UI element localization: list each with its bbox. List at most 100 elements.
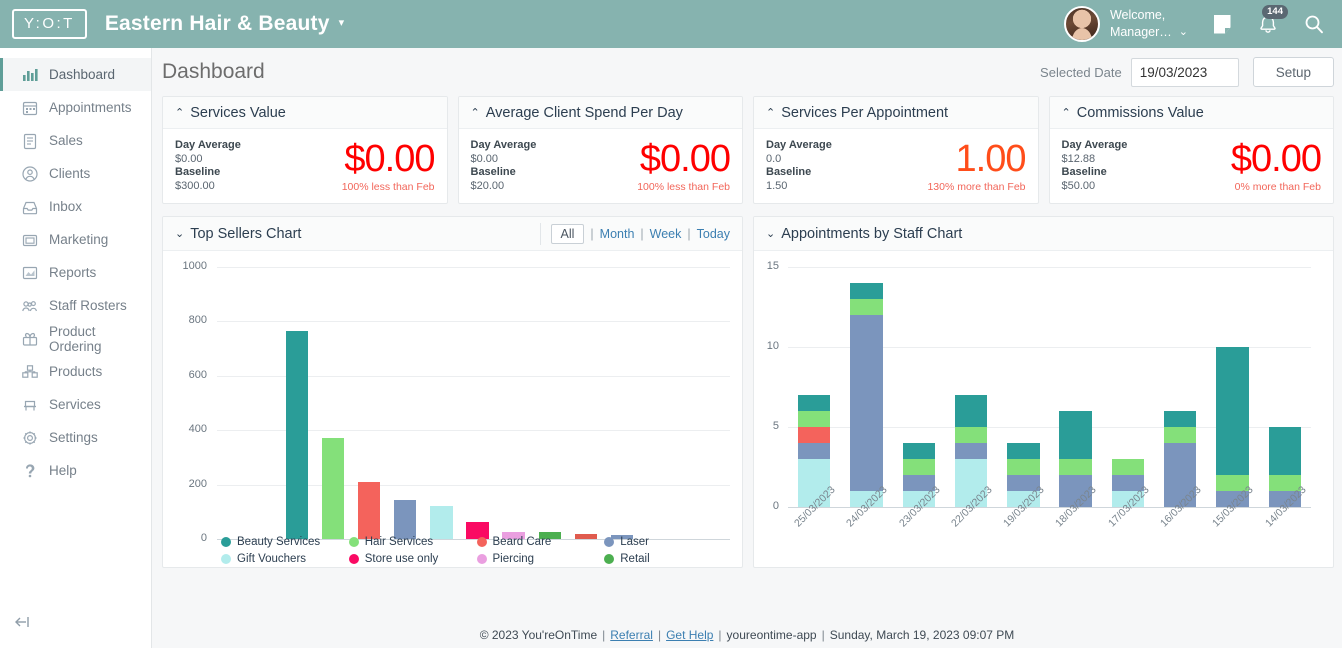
sidebar-item-staff-rosters[interactable]: Staff Rosters <box>0 289 151 322</box>
legend-item[interactable]: Gift Vouchers <box>221 550 349 567</box>
chart-bar-segment[interactable] <box>954 395 988 427</box>
sidebar-item-products[interactable]: Products <box>0 355 151 388</box>
legend-label: Beauty Services <box>237 535 321 548</box>
sidebar-item-services[interactable]: Services <box>0 388 151 421</box>
legend-item[interactable]: Beard Care <box>476 533 605 550</box>
chart-bar-segment[interactable] <box>850 299 883 315</box>
sidebar-item-appointments[interactable]: Appointments <box>0 91 151 124</box>
sidebar-item-marketing[interactable]: Marketing <box>0 223 151 256</box>
get-help-link[interactable]: Get Help <box>666 628 713 642</box>
chart-bar-segment[interactable] <box>954 427 988 443</box>
chevron-up-icon[interactable]: ⌃ <box>1062 106 1071 119</box>
sidebar-item-label: Staff Rosters <box>49 298 127 313</box>
chart-bar[interactable] <box>357 481 381 539</box>
notifications-button[interactable]: 144 <box>1256 5 1288 36</box>
sidebar-item-settings[interactable]: Settings <box>0 421 151 454</box>
chart-bar[interactable] <box>321 437 345 539</box>
chevron-up-icon[interactable]: ⌃ <box>766 106 775 119</box>
kpi-title: Average Client Spend Per Day <box>485 104 683 121</box>
referral-link[interactable]: Referral <box>610 628 653 642</box>
chart-bar[interactable] <box>285 330 309 539</box>
chart-bar-segment[interactable] <box>1111 459 1145 475</box>
chart-bar-segment[interactable] <box>1059 411 1092 459</box>
chart-bar-segment[interactable] <box>797 443 831 459</box>
chart-bar-segment[interactable] <box>954 443 988 459</box>
sidebar-item-label: Settings <box>49 430 98 445</box>
user-circle-icon <box>21 165 41 183</box>
top-bar-actions: Welcome, Manager… ⌄ 144 <box>1063 0 1342 48</box>
legend-item[interactable]: Beauty Services <box>221 533 349 550</box>
chart-bar-segment[interactable] <box>1007 443 1040 459</box>
range-month-link[interactable]: Month <box>600 227 635 241</box>
chevron-up-icon[interactable]: ⌃ <box>175 106 184 119</box>
kpi-delta: 130% more than Feb <box>927 181 1026 193</box>
setup-button[interactable]: Setup <box>1252 57 1334 87</box>
chart-bar-segment[interactable] <box>1164 411 1197 427</box>
chart-bar-segment[interactable] <box>850 283 883 299</box>
legend-item[interactable]: Piercing <box>476 550 605 567</box>
chart-bar-segment[interactable] <box>1164 427 1197 443</box>
chevron-down-icon[interactable]: ⌄ <box>175 227 184 240</box>
business-chevron-down-icon[interactable]: ▾ <box>339 16 345 29</box>
chart-bar-segment[interactable] <box>797 427 831 443</box>
kpi-day-average-value: 0.0 <box>766 152 782 165</box>
chart-bar-segment[interactable] <box>850 315 883 491</box>
chart-bar-segment[interactable] <box>797 411 831 427</box>
kpi-card-body: Day Average $0.00 Baseline $300.00 $0.00 100%… <box>163 129 447 203</box>
chevron-up-icon[interactable]: ⌃ <box>471 106 480 119</box>
notes-button[interactable] <box>1210 12 1234 36</box>
sidebar-item-clients[interactable]: Clients <box>0 157 151 190</box>
kpi-card-header[interactable]: ⌃ Services Per Appointment <box>754 97 1038 129</box>
range-today-link[interactable]: Today <box>697 227 730 241</box>
sidebar-item-inbox[interactable]: Inbox <box>0 190 151 223</box>
kpi-value: $0.00 <box>1230 138 1322 180</box>
divider <box>539 222 541 245</box>
kpi-card-header[interactable]: ⌃ Average Client Spend Per Day <box>458 97 742 129</box>
kpi-day-average-label: Day Average <box>766 139 832 151</box>
search-button[interactable] <box>1302 12 1326 36</box>
selected-date-label: Selected Date <box>1040 64 1122 80</box>
kpi-baseline-label: Baseline <box>470 166 516 178</box>
selected-date-input[interactable] <box>1130 57 1239 87</box>
legend-item[interactable]: Hair Services <box>348 533 477 550</box>
sidebar-item-product-ordering[interactable]: Product Ordering <box>0 322 151 355</box>
chart-bar-segment[interactable] <box>797 395 831 411</box>
legend-item[interactable]: Retail <box>604 550 732 567</box>
business-name[interactable]: Eastern Hair & Beauty <box>105 12 330 36</box>
legend-label: Gift Vouchers <box>237 552 307 565</box>
legend-item[interactable]: Store use only <box>348 550 477 567</box>
chevron-down-icon[interactable]: ⌄ <box>766 227 775 240</box>
welcome-menu[interactable]: Welcome, Manager… ⌄ <box>1110 7 1188 41</box>
y-axis-tick: 0 <box>772 500 779 512</box>
sidebar-item-sales[interactable]: Sales <box>0 124 151 157</box>
sidebar-item-label: Products <box>49 364 103 379</box>
chart-bar-segment[interactable] <box>902 459 935 475</box>
kpi-value-block: $0.00 100% less than Feb <box>342 139 436 193</box>
kpi-day-average-label: Day Average <box>470 139 537 151</box>
avatar[interactable] <box>1063 6 1100 42</box>
chart-bar-segment[interactable] <box>1268 427 1302 475</box>
footer-datetime: Sunday, March 19, 2023 09:07 PM <box>829 628 1015 642</box>
page-title: Dashboard <box>162 60 265 83</box>
legend-item[interactable]: Laser <box>604 533 732 550</box>
sidebar-item-help[interactable]: Help <box>0 454 151 487</box>
kpi-card: ⌃ Services Per Appointment Day Average 0.0 B… <box>753 96 1039 204</box>
chart-bar-segment[interactable] <box>1216 347 1249 475</box>
range-week-link[interactable]: Week <box>650 227 682 241</box>
kpi-card-header[interactable]: ⌃ Commissions Value <box>1049 97 1333 129</box>
chart-bar-segment[interactable] <box>902 443 935 459</box>
chart-bar-segment[interactable] <box>1007 459 1040 475</box>
chart-bar-segment[interactable] <box>1059 459 1092 475</box>
kpi-cards-row: ⌃ Services Value Day Average $0.00 Baseline $… <box>152 96 1342 204</box>
kpi-value-block: $0.00 0% more than Feb <box>1230 138 1322 193</box>
kpi-baseline-label: Baseline <box>1061 166 1107 178</box>
sidebar-item-dashboard[interactable]: Dashboard <box>0 58 151 91</box>
top-sellers-chart-plot[interactable]: 0 200 400 600 800 1000 <box>163 251 742 567</box>
sidebar-item-reports[interactable]: Reports <box>0 256 151 289</box>
appointments-by-staff-chart-plot[interactable]: 0 5 10 15 25/03/2023 24/03/2023 23/03/2023 22/0… <box>754 251 1333 567</box>
welcome-username: Manager… <box>1109 25 1172 39</box>
collapse-sidebar-button[interactable] <box>14 615 32 634</box>
app-logo[interactable]: Y:O:T <box>12 9 87 39</box>
kpi-card-header[interactable]: ⌃ Services Value <box>163 97 447 129</box>
range-all-button[interactable]: All <box>550 223 585 244</box>
